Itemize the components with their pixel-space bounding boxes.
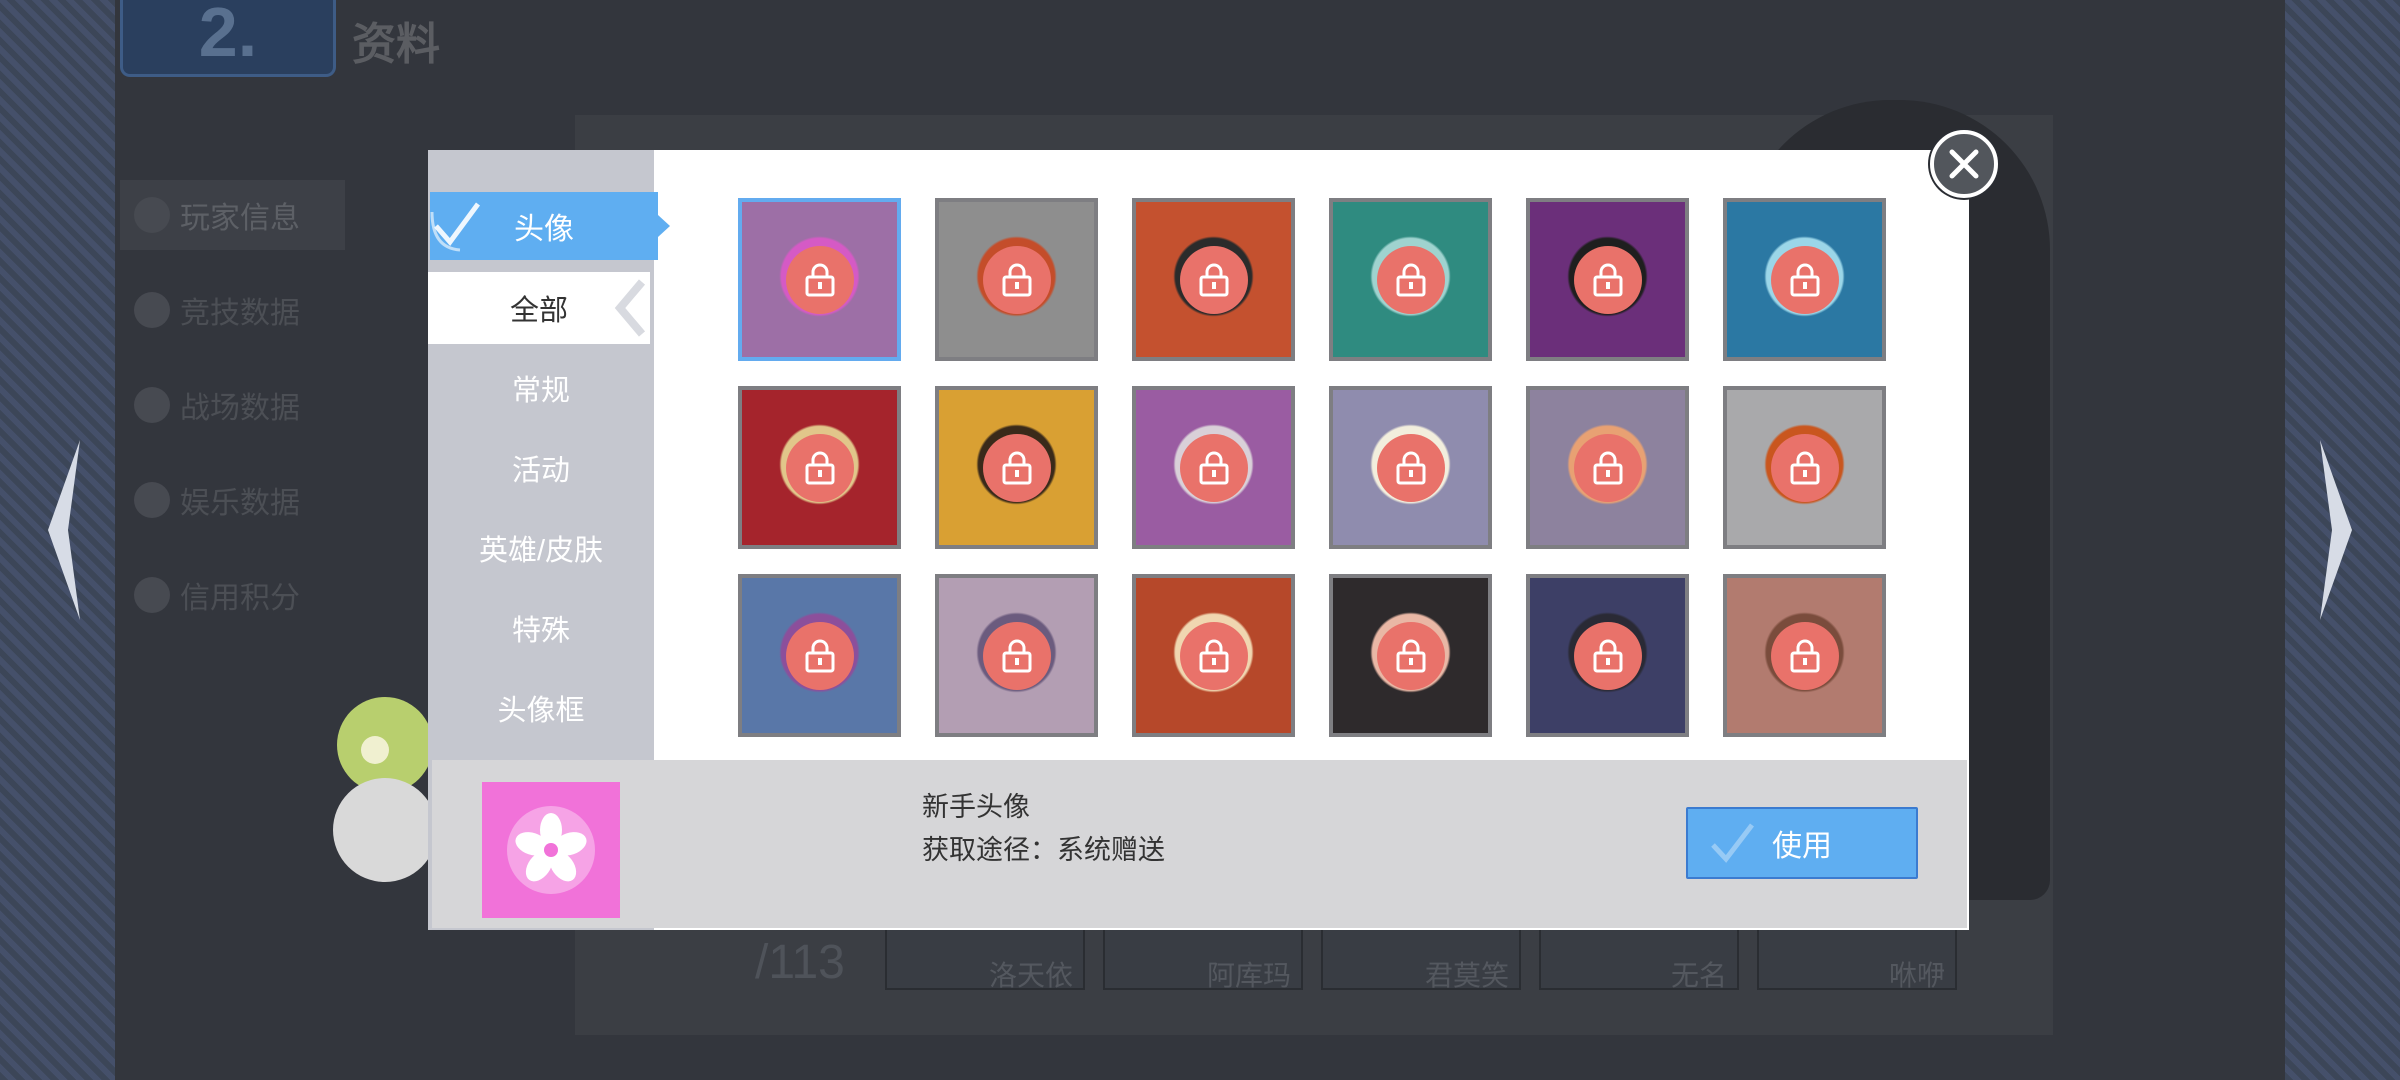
lock-icon (1376, 245, 1445, 314)
lock-icon (1573, 433, 1642, 502)
avatar-item-lucky-cat-emblem[interactable] (1329, 386, 1492, 549)
avatar-item-blob-emblem[interactable] (1132, 386, 1295, 549)
hero-count: /113 (755, 936, 845, 989)
category-all[interactable]: 全部 (428, 272, 650, 344)
avatar-item-hero-portrait-2[interactable] (935, 574, 1098, 737)
lock-icon (1376, 621, 1445, 690)
left-side-rail (0, 0, 115, 1080)
avatar-item-hexagon-emblem[interactable] (935, 386, 1098, 549)
close-icon (1949, 149, 1979, 179)
lock-icon (982, 621, 1051, 690)
avatar-item-dragon-emblem[interactable] (1329, 198, 1492, 361)
lock-icon (1573, 245, 1642, 314)
lock-icon (785, 621, 854, 690)
avatar-item-hero-portrait-3[interactable] (1132, 574, 1295, 737)
avatar-item-armor-emblem[interactable] (1132, 198, 1295, 361)
use-button-label: 使用 (1772, 830, 1832, 863)
tab-avatar[interactable]: 头像 (430, 192, 670, 260)
bg-hero-card: 君莫笑 (1321, 920, 1521, 991)
category-label: 活动 (511, 455, 570, 487)
avatar-item-hero-portrait-1[interactable] (738, 574, 901, 737)
close-button[interactable] (1930, 130, 1998, 198)
section-number-badge: 2. (120, 0, 336, 77)
avatar-item-hero-portrait-6[interactable] (1723, 574, 1886, 737)
bg-hero-card: 阿库玛 (1103, 920, 1303, 991)
section-title: 资料 (352, 20, 440, 69)
chevron-left-icon (614, 279, 646, 337)
sakura-icon (507, 806, 595, 894)
lock-icon (1573, 621, 1642, 690)
bg-nav-label: 竞技数据 (180, 297, 300, 330)
category-label: 英雄/皮肤 (478, 535, 604, 567)
avatar-item-sakura-emblem[interactable] (738, 198, 901, 361)
competitive-icon (134, 292, 170, 328)
bg-nav-label: 娱乐数据 (180, 487, 300, 520)
lock-icon (1770, 433, 1839, 502)
background-hero-row: 洛天依 阿库玛 君莫笑 无名 咻咿 (885, 920, 1957, 991)
gamepad-icon (134, 482, 170, 518)
lock-icon (1179, 245, 1248, 314)
category-label: 全部 (509, 295, 568, 327)
avatar-item-fox-emblem[interactable] (738, 386, 901, 549)
bg-nav-item-competitive: 竞技数据 (120, 275, 345, 345)
bg-nav-label: 战场数据 (180, 392, 300, 425)
avatar-item-hero-portrait-4[interactable] (1329, 574, 1492, 737)
check-icon (430, 202, 481, 252)
category-hero-skin[interactable]: 英雄/皮肤 (428, 512, 654, 584)
category-label: 常规 (511, 375, 570, 407)
lock-icon (785, 245, 854, 314)
lock-icon (1770, 621, 1839, 690)
right-arrow-icon[interactable] (2310, 430, 2360, 630)
avatar-item-horned-mask-emblem[interactable] (1723, 198, 1886, 361)
category-special[interactable]: 特殊 (428, 592, 654, 664)
category-list: 全部 常规 活动 英雄/皮肤 特殊 头像框 (428, 272, 654, 752)
avatar-item-koi-emblem[interactable] (1723, 386, 1886, 549)
avatar-item-dark-mask-emblem[interactable] (1526, 198, 1689, 361)
lock-icon (982, 245, 1051, 314)
tab-avatar-label: 头像 (514, 213, 574, 246)
selected-avatar-name: 新手头像 (922, 792, 1030, 822)
category-label: 头像框 (497, 695, 585, 727)
bg-nav-item-credit: 信用积分 (120, 560, 345, 630)
category-event[interactable]: 活动 (428, 432, 654, 504)
selected-avatar-source: 获取途径：系统赠送 (922, 835, 1165, 865)
avatar-item-flame-emblem[interactable] (935, 198, 1098, 361)
category-label: 特殊 (511, 615, 570, 647)
lock-icon (1179, 433, 1248, 502)
bg-hero-card: 洛天依 (885, 920, 1085, 991)
selected-avatar-thumbnail (482, 782, 620, 918)
bg-nav-label: 信用积分 (180, 582, 300, 615)
use-button[interactable]: 使用 (1686, 807, 1918, 879)
lock-icon (1770, 245, 1839, 314)
check-icon (1711, 823, 1754, 863)
bg-hero-card: 无名 (1539, 920, 1739, 991)
avatar-grid (738, 198, 1886, 737)
player-info-icon (134, 197, 170, 233)
lock-icon (785, 433, 854, 502)
avatar-item-hero-portrait-5[interactable] (1526, 574, 1689, 737)
lock-icon (1376, 433, 1445, 502)
category-regular[interactable]: 常规 (428, 352, 654, 424)
background-nav: 玩家信息 竞技数据 战场数据 娱乐数据 信用积分 (120, 180, 345, 655)
bg-nav-label: 玩家信息 (180, 202, 300, 235)
category-avatar-frame[interactable]: 头像框 (428, 672, 654, 744)
bg-nav-item-player-info: 玩家信息 (120, 180, 345, 250)
battlefield-icon (134, 387, 170, 423)
lock-icon (1179, 621, 1248, 690)
medal-icon (134, 577, 170, 613)
right-side-rail (2285, 0, 2400, 1080)
bg-nav-item-battlefield: 战场数据 (120, 370, 345, 440)
lock-icon (982, 433, 1051, 502)
avatar-item-fan-emblem[interactable] (1526, 386, 1689, 549)
bg-hero-card: 咻咿 (1757, 920, 1957, 991)
left-arrow-icon[interactable] (40, 430, 90, 630)
bg-nav-item-entertainment: 娱乐数据 (120, 465, 345, 535)
